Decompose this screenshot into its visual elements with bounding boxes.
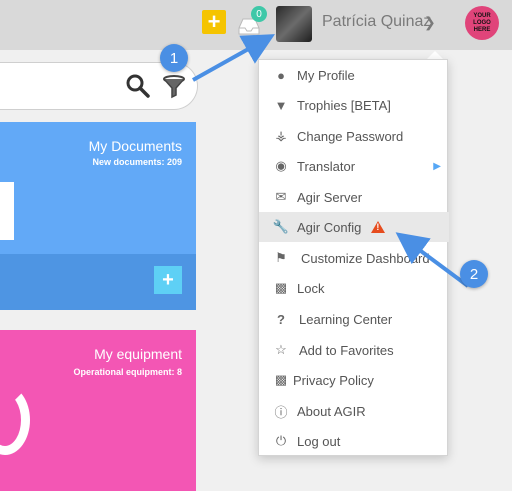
annotation-arrows	[192, 34, 470, 288]
annotation-arrow-1	[192, 34, 275, 82]
annotation-badge-1: 1	[160, 44, 188, 72]
annotation-arrow-2	[395, 232, 470, 288]
annotation-badge-2: 2	[460, 260, 488, 288]
